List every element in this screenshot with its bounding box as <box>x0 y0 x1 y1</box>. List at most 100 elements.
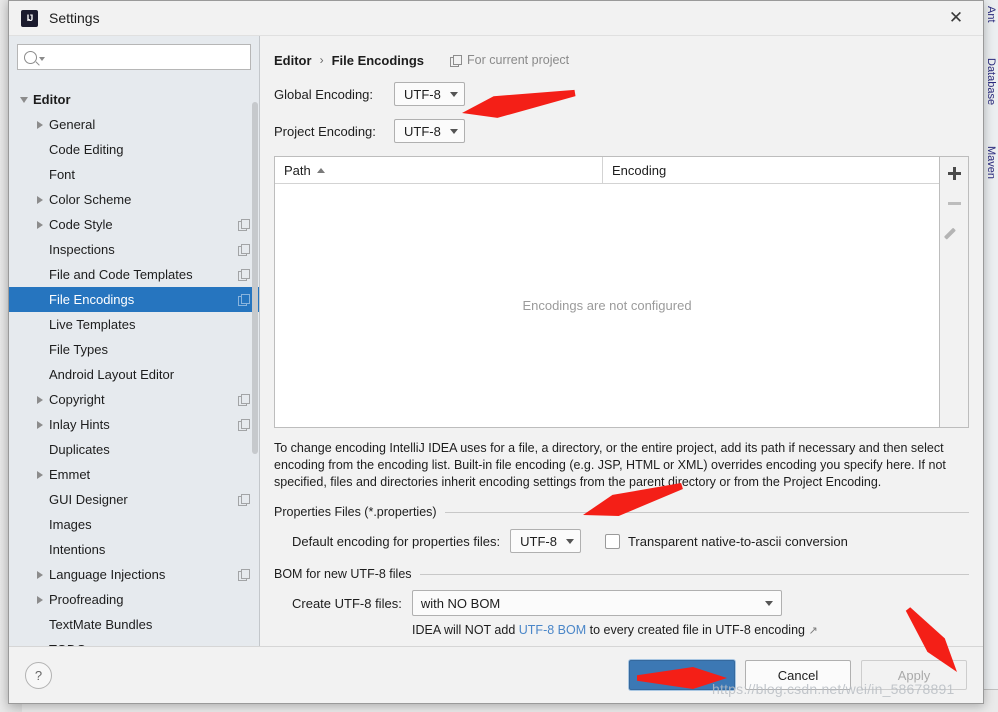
encodings-description: To change encoding IntelliJ IDEA uses fo… <box>274 440 964 491</box>
search-input[interactable] <box>45 49 244 65</box>
transparent-native-to-ascii-checkbox[interactable]: Transparent native-to-ascii conversion <box>605 534 848 549</box>
sidebar-item-label: File and Code Templates <box>49 267 193 282</box>
breadcrumb: Editor › File Encodings For current proj… <box>274 50 969 70</box>
sidebar-item-font[interactable]: Font <box>9 162 259 187</box>
properties-group-title-label: Properties Files (*.properties) <box>274 505 437 519</box>
column-header-path[interactable]: Path <box>275 157 603 183</box>
sidebar-item-label: Editor <box>33 92 71 107</box>
project-scope-icon <box>238 394 249 405</box>
chevron-down-icon <box>20 97 28 103</box>
sidebar-item-live-templates[interactable]: Live Templates <box>9 312 259 337</box>
sidebar-scrollbar[interactable] <box>252 102 258 454</box>
tree-expander[interactable] <box>31 196 49 204</box>
sidebar-item-proofreading[interactable]: Proofreading <box>9 587 259 612</box>
properties-default-encoding-label: Default encoding for properties files: <box>292 534 500 549</box>
chevron-down-icon <box>566 539 574 544</box>
table-empty-text: Encodings are not configured <box>522 298 691 313</box>
sidebar-item-color-scheme[interactable]: Color Scheme <box>9 187 259 212</box>
help-button[interactable]: ? <box>25 662 52 689</box>
properties-files-group: Properties Files (*.properties) Default … <box>274 505 969 553</box>
search-box[interactable] <box>17 44 251 70</box>
sidebar-item-language-injections[interactable]: Language Injections <box>9 562 259 587</box>
properties-default-encoding-row: Default encoding for properties files: U… <box>292 529 969 553</box>
tree-expander[interactable] <box>31 421 49 429</box>
chevron-down-icon <box>765 601 773 606</box>
sidebar-item-label: Inlay Hints <box>49 417 110 432</box>
external-link-icon: ↗ <box>808 625 817 637</box>
sidebar-item-clipped[interactable] <box>9 76 259 87</box>
plus-icon <box>948 167 961 180</box>
encodings-table[interactable]: Path Encoding Encodings are not configur… <box>274 156 940 428</box>
tree-expander[interactable] <box>31 221 49 229</box>
sidebar-item-file-encodings[interactable]: File Encodings <box>9 287 259 312</box>
watermark: https://blog.csdn.net/wei/in_58678891 <box>712 681 954 697</box>
remove-encoding-button <box>942 191 966 215</box>
sidebar-item-label: Language Injections <box>49 567 165 582</box>
properties-default-encoding-combo[interactable]: UTF-8 <box>510 529 581 553</box>
page-title: File Encodings <box>332 53 424 68</box>
chevron-right-icon <box>37 196 43 204</box>
project-encoding-label: Project Encoding: <box>274 124 394 139</box>
sidebar-item-duplicates[interactable]: Duplicates <box>9 437 259 462</box>
chevron-right-icon <box>37 121 43 129</box>
settings-tree-scroll: Editor General Code Editing FontColor Schem… <box>9 74 259 646</box>
sidebar-item-images[interactable]: Images <box>9 512 259 537</box>
chevron-right-icon <box>37 421 43 429</box>
sidebar-item-label: Android Layout Editor <box>49 367 174 382</box>
tree-expander[interactable] <box>15 97 33 103</box>
sidebar-item-copyright[interactable]: Copyright <box>9 387 259 412</box>
create-utf8-files-combo[interactable]: with NO BOM <box>412 590 782 616</box>
sidebar-item-label: Code Editing <box>49 142 123 157</box>
intellij-idea-icon: IJ <box>21 10 38 27</box>
scope-note: For current project <box>450 53 569 67</box>
sidebar-item-intentions[interactable]: Intentions <box>9 537 259 562</box>
project-scope-icon <box>238 419 249 430</box>
breadcrumb-parent[interactable]: Editor <box>274 53 312 68</box>
sidebar-item-emmet[interactable]: Emmet <box>9 462 259 487</box>
sidebar-item-file-and-code-templates[interactable]: File and Code Templates <box>9 262 259 287</box>
project-encoding-combo[interactable]: UTF-8 <box>394 119 465 143</box>
chevron-right-icon <box>37 596 43 604</box>
tree-expander[interactable] <box>31 471 49 479</box>
sidebar-item-code-editing[interactable]: Code Editing <box>9 137 259 162</box>
search-container <box>9 36 259 74</box>
tree-expander[interactable] <box>31 121 49 129</box>
sidebar-item-inlay-hints[interactable]: Inlay Hints <box>9 412 259 437</box>
sidebar-item-general[interactable]: General <box>9 112 259 137</box>
bom-group: BOM for new UTF-8 files Create UTF-8 fil… <box>274 567 969 637</box>
project-scope-icon <box>238 569 249 580</box>
sidebar-item-gui-designer[interactable]: GUI Designer <box>9 487 259 512</box>
sidebar-item-todo[interactable]: TODO <box>9 637 259 646</box>
chevron-right-icon <box>37 471 43 479</box>
tree-expander[interactable] <box>31 396 49 404</box>
table-header-row: Path Encoding <box>275 157 939 184</box>
sidebar-item-file-types[interactable]: File Types <box>9 337 259 362</box>
add-encoding-button[interactable] <box>942 161 966 185</box>
tree-expander[interactable] <box>31 571 49 579</box>
sidebar-item-inspections[interactable]: Inspections <box>9 237 259 262</box>
sidebar-item-android-layout-editor[interactable]: Android Layout Editor <box>9 362 259 387</box>
global-encoding-value: UTF-8 <box>404 87 441 102</box>
close-icon[interactable]: ✕ <box>935 2 977 34</box>
column-header-encoding[interactable]: Encoding <box>603 157 666 183</box>
encodings-table-container: Path Encoding Encodings are not configur… <box>274 156 969 428</box>
properties-group-title: Properties Files (*.properties) <box>274 505 969 519</box>
sidebar-item-code-style[interactable]: Code Style <box>9 212 259 237</box>
sidebar-item-label: TextMate Bundles <box>49 617 152 632</box>
sidebar-item-label: Live Templates <box>49 317 135 332</box>
utf8-bom-link[interactable]: UTF-8 BOM <box>519 623 586 637</box>
sidebar-item-label: TODO <box>49 642 86 646</box>
create-utf8-files-label: Create UTF-8 files: <box>292 596 402 611</box>
global-encoding-combo[interactable]: UTF-8 <box>394 82 465 106</box>
sidebar-item-label: Intentions <box>49 542 105 557</box>
sidebar-item-editor[interactable]: Editor <box>9 87 259 112</box>
project-encoding-row: Project Encoding: UTF-8 <box>274 118 969 144</box>
tree-expander[interactable] <box>31 596 49 604</box>
chevron-down-icon <box>450 92 458 97</box>
sidebar-item-label: General <box>49 117 95 132</box>
sidebar-item-textmate-bundles[interactable]: TextMate Bundles <box>9 612 259 637</box>
sidebar-item-label: Emmet <box>49 467 90 482</box>
minus-icon <box>948 202 961 205</box>
global-encoding-label: Global Encoding: <box>274 87 394 102</box>
pencil-icon <box>947 226 961 240</box>
